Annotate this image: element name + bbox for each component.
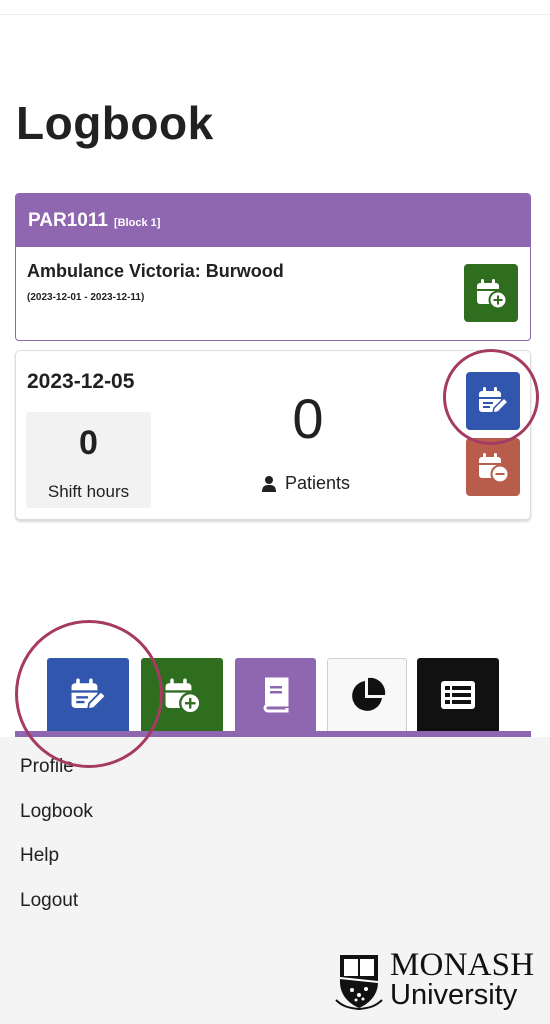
logo-subtitle: University	[390, 979, 518, 1011]
logo-name: MONASH	[390, 947, 535, 983]
placement-dates: (2023-12-01 - 2023-12-11)	[27, 292, 145, 303]
edit-shift-button[interactable]	[466, 372, 520, 430]
tab-logbook[interactable]	[235, 658, 316, 732]
block-header: PAR1011 [Block 1]	[16, 194, 530, 247]
top-divider	[0, 14, 550, 15]
block-tag: [Block 1]	[113, 217, 161, 229]
shift-card: 2023-12-05 0 Shift hours 0 Patients	[15, 350, 531, 520]
calendar-add-icon	[165, 678, 202, 715]
shift-hours-box: 0 Shift hours	[26, 412, 151, 508]
add-shift-button[interactable]	[464, 264, 518, 322]
page-title: Logbook	[16, 97, 214, 149]
tab-add-shift[interactable]	[141, 658, 223, 732]
tab-statistics[interactable]	[327, 658, 407, 732]
delete-shift-button[interactable]	[466, 438, 520, 496]
block-code: PAR1011	[28, 209, 108, 231]
tab-list[interactable]	[417, 658, 499, 732]
footer-link-logbook[interactable]: Logbook	[20, 801, 93, 823]
placement-block-card: PAR1011 [Block 1] Ambulance Victoria: Bu…	[15, 193, 531, 341]
university-crest-icon	[335, 954, 383, 1010]
footer-link-profile[interactable]: Profile	[20, 756, 74, 778]
tab-edit-shift[interactable]	[47, 658, 129, 732]
person-icon	[262, 475, 276, 492]
calendar-remove-icon	[479, 453, 510, 484]
shift-hours-label: Shift hours	[47, 482, 130, 501]
patients-label-row: Patients	[262, 473, 350, 494]
calendar-edit-icon	[479, 387, 510, 414]
shift-date: 2023-12-05	[27, 370, 135, 393]
table-list-icon	[441, 681, 475, 709]
pie-chart-icon	[352, 677, 386, 711]
shift-hours-value: 0	[79, 424, 98, 462]
calendar-edit-icon	[71, 678, 107, 711]
book-icon	[263, 677, 288, 713]
footer-link-logout[interactable]: Logout	[20, 890, 78, 912]
monash-logo: MONASH University	[334, 947, 535, 1011]
patients-label: Patients	[285, 473, 351, 493]
calendar-add-icon	[477, 279, 508, 310]
placement-name: Ambulance Victoria: Burwood	[27, 261, 284, 281]
footer-link-help[interactable]: Help	[20, 845, 59, 867]
patients-count: 0	[292, 387, 324, 450]
